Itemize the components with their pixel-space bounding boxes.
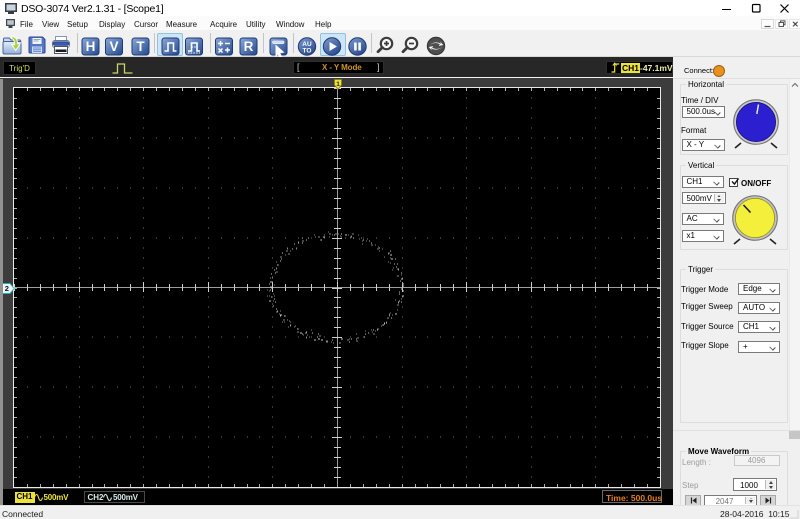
svg-text:H: H xyxy=(86,39,96,54)
svg-text:1: 1 xyxy=(336,81,340,88)
svg-text:V: V xyxy=(109,39,118,54)
svg-text:TO: TO xyxy=(303,47,312,54)
svg-text:2: 2 xyxy=(4,284,8,293)
svg-text:R: R xyxy=(244,39,254,54)
svg-text:T: T xyxy=(136,39,145,54)
